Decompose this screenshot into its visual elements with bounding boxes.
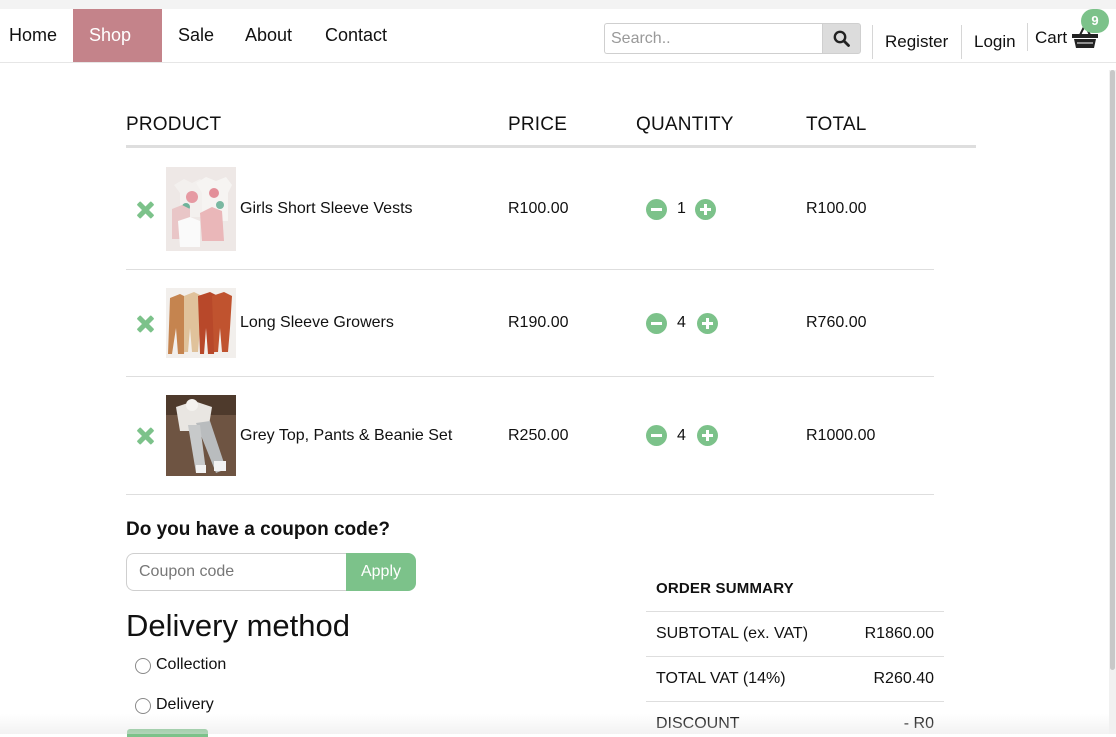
quantity-value: 1 bbox=[677, 200, 686, 217]
subtotal-label: SUBTOTAL (ex. VAT) bbox=[656, 625, 809, 642]
collection-radio[interactable] bbox=[135, 658, 151, 674]
subtotal-value: R1860.00 bbox=[864, 625, 934, 642]
search-icon bbox=[833, 30, 850, 47]
delivery-label[interactable]: Delivery bbox=[156, 696, 214, 714]
collection-label[interactable]: Collection bbox=[156, 656, 226, 674]
summary-divider bbox=[646, 656, 944, 657]
nav-divider bbox=[961, 25, 962, 59]
product-price: R250.00 bbox=[508, 427, 569, 444]
delivery-radio[interactable] bbox=[135, 698, 151, 714]
decrease-quantity-icon[interactable] bbox=[646, 313, 667, 334]
nav-contact[interactable]: Contact bbox=[325, 9, 387, 62]
line-total: R100.00 bbox=[806, 200, 867, 217]
nav-sale[interactable]: Sale bbox=[178, 9, 214, 62]
order-summary-heading: ORDER SUMMARY bbox=[656, 580, 794, 597]
summary-divider bbox=[646, 611, 944, 612]
continue-button[interactable] bbox=[127, 729, 208, 737]
product-name[interactable]: Girls Short Sleeve Vests bbox=[240, 200, 413, 218]
product-price: R190.00 bbox=[508, 314, 569, 331]
summary-divider bbox=[646, 701, 944, 702]
caret-down-icon bbox=[94, 84, 104, 91]
scrollbar-thumb[interactable] bbox=[1110, 70, 1115, 670]
product-price: R100.00 bbox=[508, 200, 569, 217]
header-product: PRODUCT bbox=[126, 114, 222, 135]
nav-divider bbox=[872, 25, 873, 59]
header-quantity: QUANTITY bbox=[636, 114, 734, 135]
discount-label: DISCOUNT bbox=[656, 715, 740, 732]
search-button[interactable] bbox=[822, 23, 861, 54]
table-header-rule bbox=[126, 145, 976, 148]
line-total: R1000.00 bbox=[806, 427, 876, 444]
increase-quantity-icon[interactable] bbox=[697, 425, 718, 446]
apply-coupon-button[interactable]: Apply bbox=[346, 553, 416, 591]
line-total: R760.00 bbox=[806, 314, 867, 331]
browser-top-strip bbox=[0, 0, 1116, 9]
increase-quantity-icon[interactable] bbox=[697, 313, 718, 334]
quantity-value: 4 bbox=[677, 314, 686, 331]
product-thumbnail[interactable] bbox=[166, 288, 236, 358]
login-link[interactable]: Login bbox=[974, 32, 1016, 52]
nav-shop-label: Shop bbox=[89, 25, 132, 45]
cart-count-badge: 9 bbox=[1081, 9, 1109, 33]
nav-shop-dropdown[interactable]: Shop bbox=[73, 9, 162, 91]
delivery-method-heading: Delivery method bbox=[126, 608, 350, 643]
row-divider bbox=[126, 269, 934, 270]
product-name[interactable]: Grey Top, Pants & Beanie Set bbox=[240, 427, 452, 445]
remove-item-icon[interactable] bbox=[136, 427, 154, 445]
nav-about[interactable]: About bbox=[245, 9, 292, 62]
row-divider bbox=[126, 494, 934, 495]
discount-value: - R0 bbox=[903, 715, 934, 732]
decrease-quantity-icon[interactable] bbox=[646, 425, 667, 446]
vat-value: R260.40 bbox=[873, 670, 935, 687]
decrease-quantity-icon[interactable] bbox=[646, 199, 667, 220]
remove-item-icon[interactable] bbox=[136, 315, 154, 333]
search-input[interactable] bbox=[604, 23, 822, 54]
product-name[interactable]: Long Sleeve Growers bbox=[240, 314, 394, 332]
nav-divider bbox=[1027, 23, 1028, 51]
row-divider bbox=[126, 376, 934, 377]
header-total: TOTAL bbox=[806, 114, 867, 135]
product-thumbnail[interactable] bbox=[166, 395, 236, 476]
register-link[interactable]: Register bbox=[885, 32, 948, 52]
cart-link[interactable]: Cart bbox=[1035, 28, 1067, 48]
navbar: Home Shop Sale About Contact Register Lo… bbox=[0, 9, 1116, 91]
header-price: PRICE bbox=[508, 114, 568, 135]
vat-label: TOTAL VAT (14%) bbox=[656, 670, 786, 687]
remove-item-icon[interactable] bbox=[136, 201, 154, 219]
coupon-heading: Do you have a coupon code? bbox=[126, 519, 390, 540]
product-thumbnail[interactable] bbox=[166, 167, 236, 251]
coupon-code-input[interactable] bbox=[126, 553, 347, 591]
quantity-value: 4 bbox=[677, 427, 686, 444]
increase-quantity-icon[interactable] bbox=[695, 199, 716, 220]
nav-home[interactable]: Home bbox=[9, 9, 57, 62]
